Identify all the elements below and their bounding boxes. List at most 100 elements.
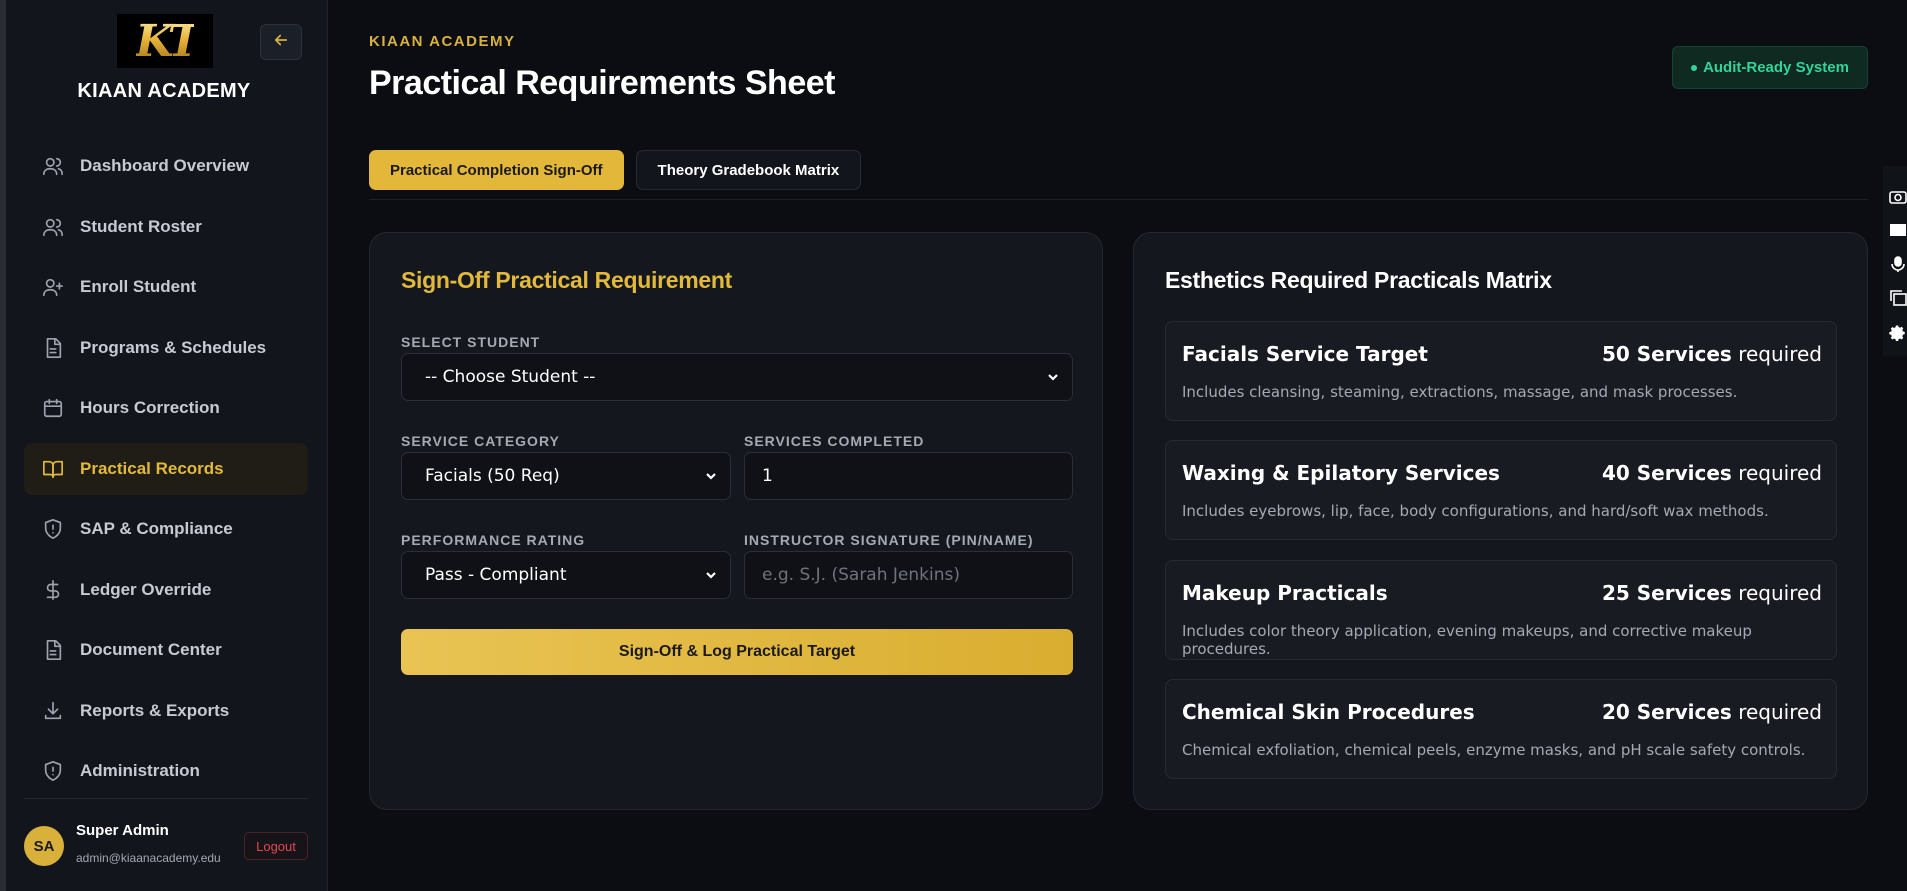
sidebar-item-label: Practical Records bbox=[80, 458, 224, 478]
user-email: admin@kiaanacademy.edu bbox=[76, 851, 221, 865]
signoff-form-card: Sign-Off Practical Requirement SELECT ST… bbox=[369, 232, 1103, 810]
practicals-matrix-card: Esthetics Required Practicals Matrix Fac… bbox=[1133, 232, 1868, 810]
sidebar-item-document-center[interactable]: Document Center bbox=[24, 624, 308, 676]
floating-tool-strip bbox=[1883, 166, 1907, 356]
requirement-description: Chemical exfoliation, chemical peels, en… bbox=[1182, 741, 1806, 759]
sidebar-item-label: SAP & Compliance bbox=[80, 519, 233, 538]
calendar-icon bbox=[42, 397, 64, 419]
document-icon bbox=[42, 337, 64, 359]
brand-logo: KT bbox=[117, 14, 213, 68]
practicals-matrix-title: Esthetics Required Practicals Matrix bbox=[1165, 267, 1552, 293]
list-item: Chemical Skin Procedures 20 Services req… bbox=[1165, 679, 1837, 779]
requirement-description: Includes eyebrows, lip, face, body confi… bbox=[1182, 502, 1769, 520]
users-icon bbox=[42, 155, 64, 177]
sidebar-item-label: Administration bbox=[80, 761, 200, 780]
logout-button[interactable]: Logout bbox=[244, 832, 308, 860]
sidebar-item-label: Student Roster bbox=[80, 216, 202, 236]
list-item: Makeup Practicals 25 Services required I… bbox=[1165, 560, 1837, 660]
instructor-signature-placeholder: e.g. S.J. (Sarah Jenkins) bbox=[762, 565, 960, 585]
services-completed-value: 1 bbox=[762, 466, 773, 486]
logo-monogram: KT bbox=[135, 15, 201, 67]
signoff-form-title: Sign-Off Practical Requirement bbox=[401, 267, 732, 293]
tab-bar: Practical Completion Sign-Off Theory Gra… bbox=[369, 150, 862, 190]
sidebar-item-practical-records[interactable]: Practical Records bbox=[24, 442, 308, 495]
select-student-label: SELECT STUDENT bbox=[401, 334, 541, 350]
dollar-icon bbox=[42, 579, 64, 601]
services-completed-label: SERVICES COMPLETED bbox=[744, 433, 925, 449]
sidebar-divider bbox=[24, 798, 308, 799]
requirement-description: Includes color theory application, eveni… bbox=[1182, 622, 1752, 658]
microphone-icon[interactable] bbox=[1889, 256, 1907, 272]
sidebar-item-label: Dashboard Overview bbox=[80, 156, 250, 175]
tab-practical-completion-sign-off[interactable]: Practical Completion Sign-Off bbox=[369, 150, 624, 190]
chevron-down-icon bbox=[1046, 369, 1060, 383]
sidebar-item-label: Reports & Exports bbox=[80, 700, 230, 720]
gear-icon[interactable] bbox=[1889, 324, 1907, 341]
select-student-value: -- Choose Student -- bbox=[425, 367, 596, 387]
instructor-signature-label: INSTRUCTOR SIGNATURE (PIN/NAME) bbox=[744, 532, 1034, 548]
chevron-down-icon bbox=[704, 567, 718, 581]
performance-rating-dropdown[interactable]: Pass - Compliant bbox=[401, 551, 731, 599]
shield-icon bbox=[42, 518, 64, 540]
user-name: Super Admin bbox=[76, 822, 169, 839]
sidebar-item-administration[interactable]: Administration bbox=[24, 745, 308, 797]
instructor-signature-input[interactable]: e.g. S.J. (Sarah Jenkins) bbox=[744, 551, 1073, 599]
requirement-name: Waxing & Epilatory Services bbox=[1182, 461, 1500, 485]
main-content: KIAAN ACADEMY Practical Requirements She… bbox=[329, 0, 1907, 891]
download-icon bbox=[42, 700, 64, 722]
list-item: Waxing & Epilatory Services 40 Services … bbox=[1165, 440, 1837, 540]
status-badge-label: Audit-Ready System bbox=[1703, 59, 1849, 76]
document-icon bbox=[42, 639, 64, 661]
requirement-name: Facials Service Target bbox=[1182, 342, 1428, 366]
users-icon bbox=[42, 216, 64, 238]
service-category-dropdown[interactable]: Facials (50 Req) bbox=[401, 452, 731, 500]
sidebar-item-student-roster[interactable]: Student Roster bbox=[24, 201, 308, 253]
sidebar-item-label: Ledger Override bbox=[80, 579, 212, 599]
select-student-dropdown[interactable]: -- Choose Student -- bbox=[401, 353, 1073, 401]
requirement-count: 20 Services required bbox=[1601, 700, 1822, 724]
sidebar-item-enroll-student[interactable]: Enroll Student bbox=[24, 261, 308, 313]
sidebar-item-sap-compliance[interactable]: SAP & Compliance bbox=[24, 503, 308, 555]
signoff-submit-button[interactable]: Sign-Off & Log Practical Target bbox=[401, 629, 1073, 675]
sidebar-item-label: Enroll Student bbox=[80, 277, 197, 296]
tab-theory-gradebook-matrix[interactable]: Theory Gradebook Matrix bbox=[635, 150, 862, 190]
status-dot-icon bbox=[1691, 64, 1698, 71]
sidebar-item-label: Programs & Schedules bbox=[80, 337, 267, 357]
requirement-count: 40 Services required bbox=[1601, 461, 1822, 485]
list-item: Facials Service Target 50 Services requi… bbox=[1165, 321, 1837, 421]
requirement-count: 50 Services required bbox=[1601, 342, 1822, 366]
services-completed-input[interactable]: 1 bbox=[744, 452, 1073, 500]
service-category-value: Facials (50 Req) bbox=[425, 466, 560, 486]
page-title: Practical Requirements Sheet bbox=[369, 64, 835, 102]
screen-icon[interactable] bbox=[1889, 222, 1907, 238]
copy-icon[interactable] bbox=[1889, 290, 1907, 306]
sidebar-item-label: Hours Correction bbox=[80, 398, 220, 417]
sidebar-item-label: Document Center bbox=[80, 640, 222, 659]
page-eyebrow: KIAAN ACADEMY bbox=[369, 33, 516, 50]
requirement-name: Chemical Skin Procedures bbox=[1182, 700, 1475, 724]
sidebar-item-hours-correction[interactable]: Hours Correction bbox=[24, 382, 308, 434]
collapse-sidebar-button[interactable] bbox=[260, 24, 302, 60]
sidebar: KT KIAAN ACADEMY Dashboard Overview Stud… bbox=[0, 0, 328, 891]
requirement-description: Includes cleansing, steaming, extraction… bbox=[1182, 383, 1738, 401]
camera-icon[interactable] bbox=[1889, 188, 1907, 204]
sidebar-item-ledger-override[interactable]: Ledger Override bbox=[24, 564, 308, 616]
performance-rating-label: PERFORMANCE RATING bbox=[401, 532, 586, 548]
arrow-left-icon bbox=[272, 31, 290, 54]
service-category-label: SERVICE CATEGORY bbox=[401, 433, 560, 449]
sidebar-item-reports-exports[interactable]: Reports & Exports bbox=[24, 685, 308, 737]
requirement-count: 25 Services required bbox=[1601, 581, 1822, 605]
sidebar-item-dashboard-overview[interactable]: Dashboard Overview bbox=[24, 140, 308, 192]
book-icon bbox=[42, 458, 64, 480]
avatar: SA bbox=[24, 826, 64, 866]
user-plus-icon bbox=[42, 276, 64, 298]
sidebar-item-programs-schedules[interactable]: Programs & Schedules bbox=[24, 322, 308, 374]
sidebar-nav: Dashboard Overview Student Roster Enroll… bbox=[24, 140, 308, 806]
tab-divider bbox=[369, 199, 1868, 200]
brand-name: KIAAN ACADEMY bbox=[77, 80, 251, 102]
status-badge: Audit-Ready System bbox=[1672, 46, 1868, 89]
shield-icon bbox=[42, 760, 64, 782]
performance-rating-value: Pass - Compliant bbox=[425, 565, 567, 585]
user-profile: SA Super Admin admin@kiaanacademy.edu Lo… bbox=[24, 822, 308, 872]
chevron-down-icon bbox=[704, 468, 718, 482]
